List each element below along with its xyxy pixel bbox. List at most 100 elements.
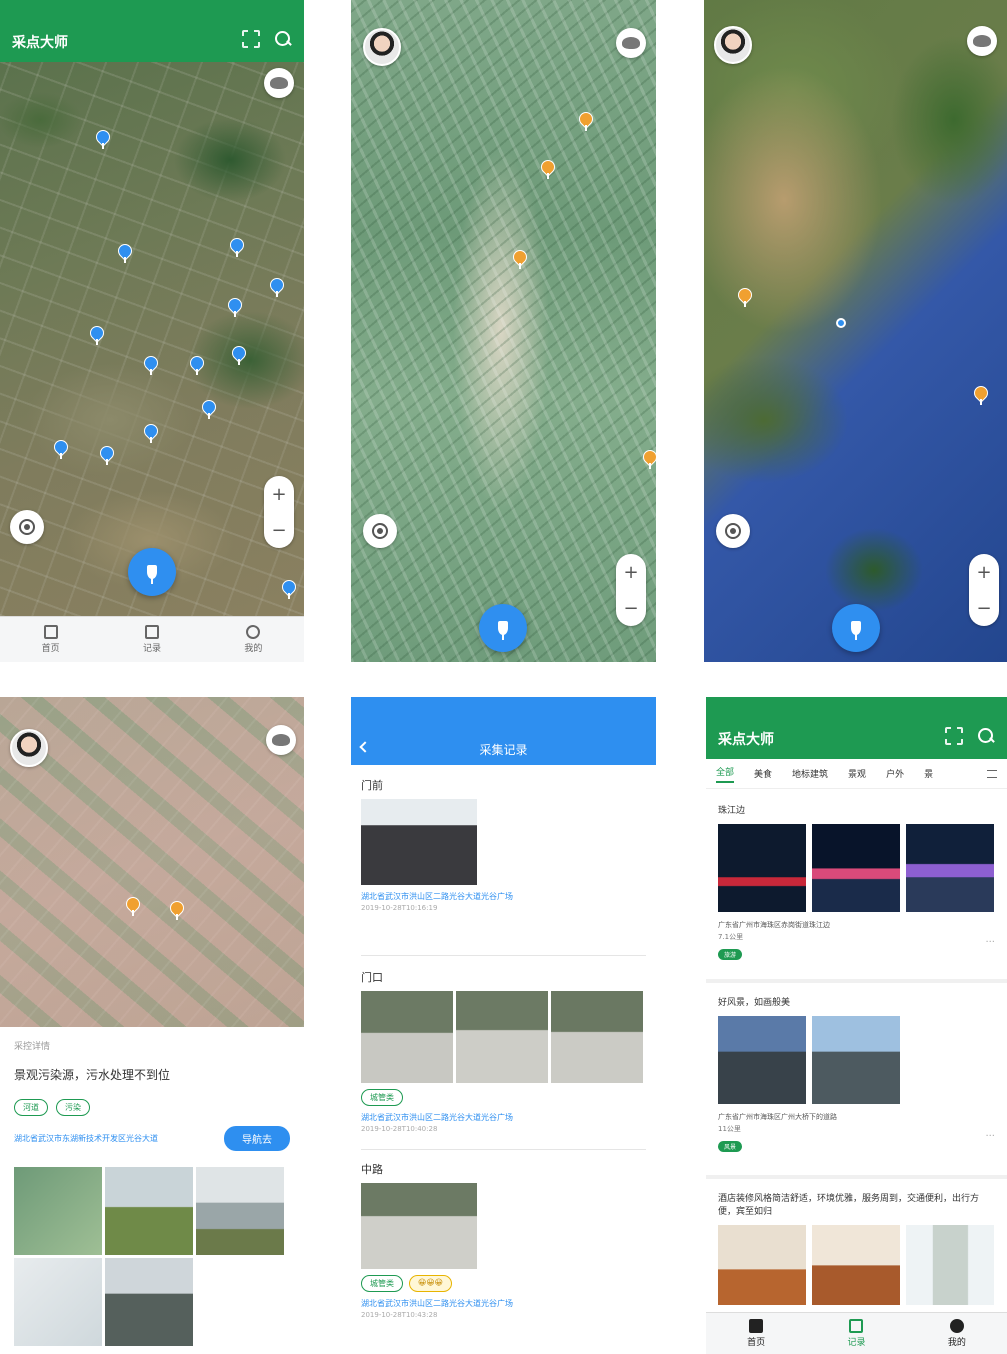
navigate-button[interactable]: 导航去 <box>224 1126 290 1151</box>
tag: 河道 <box>14 1099 48 1116</box>
photo-thumbnail[interactable] <box>718 1225 806 1305</box>
feed-card[interactable]: 酒店装修风格简洁舒适，环境优雅，服务周到，交通便利，出行方便，宾至如归 <box>706 1193 1007 1305</box>
point-address[interactable]: 湖北省武汉市东湖新技术开发区光谷大道 <box>14 1133 158 1144</box>
map-marker[interactable] <box>51 437 71 459</box>
tab-records[interactable]: 记录 <box>143 625 161 654</box>
photo-thumbnail[interactable] <box>551 991 643 1083</box>
zoom-in-icon[interactable]: + <box>271 484 286 505</box>
map-marker[interactable] <box>229 343 249 365</box>
record-item[interactable]: 门口 城管类 湖北省武汉市洪山区二路光谷大道光谷广场 2019-10-28T10… <box>351 969 656 1133</box>
map-marker[interactable] <box>187 353 207 375</box>
map-marker[interactable] <box>141 421 161 443</box>
zoom-out-icon[interactable]: − <box>976 598 991 619</box>
scan-icon[interactable] <box>945 727 963 745</box>
photo-thumbnail[interactable] <box>196 1167 284 1255</box>
category-tab[interactable]: 全部 <box>716 765 735 783</box>
zoom-control[interactable]: + − <box>969 554 999 626</box>
record-item[interactable]: 门前 湖北省武汉市洪山区二路光谷大道光谷广场 2019-10-28T10:16:… <box>351 777 656 912</box>
map-marker[interactable] <box>227 235 247 257</box>
tab-mine[interactable]: 我的 <box>948 1319 966 1348</box>
layer-switch-button[interactable] <box>616 28 646 58</box>
category-tab[interactable]: 地标建筑 <box>792 767 828 780</box>
map-marker[interactable] <box>141 353 161 375</box>
map-marker[interactable] <box>576 109 596 131</box>
more-icon[interactable]: ··· <box>985 937 995 948</box>
map-marker[interactable] <box>279 577 299 599</box>
photo-thumbnail[interactable] <box>812 1016 900 1104</box>
tab-home[interactable]: 首页 <box>42 625 60 654</box>
photo-thumbnail[interactable] <box>105 1167 193 1255</box>
app-title: 采点大师 <box>718 732 774 748</box>
photo-thumbnail[interactable] <box>361 799 477 885</box>
map-marker[interactable] <box>225 295 245 317</box>
layer-switch-button[interactable] <box>264 68 294 98</box>
satellite-map[interactable] <box>0 0 304 616</box>
photo-thumbnail[interactable] <box>14 1258 102 1346</box>
zoom-in-icon[interactable]: + <box>976 562 991 583</box>
photo-thumbnail[interactable] <box>906 824 994 912</box>
category-tab[interactable]: 户外 <box>886 767 904 780</box>
record-item[interactable]: 中路 城管类 😀😀😀 湖北省武汉市洪山区二路光谷大道光谷广场 2019-10-2… <box>351 1161 656 1319</box>
photo-thumbnail[interactable] <box>812 824 900 912</box>
card-address: 广东省广州市海珠区赤岗街道珠江边 <box>718 921 830 929</box>
world-map[interactable] <box>704 0 1007 662</box>
photo-thumbnail[interactable] <box>105 1258 193 1346</box>
map-marker[interactable] <box>87 323 107 345</box>
feed-card[interactable]: 珠江边 广东省广州市海珠区赤岗街道珠江边 7.1公里 旅游 <box>706 805 1007 961</box>
map-marker[interactable] <box>538 157 558 179</box>
tab-home[interactable]: 首页 <box>747 1319 765 1348</box>
map-marker[interactable] <box>640 447 656 469</box>
category-tab[interactable]: 美食 <box>754 767 772 780</box>
locate-button[interactable] <box>10 510 44 544</box>
locate-button[interactable] <box>716 514 750 548</box>
zoom-control[interactable]: + − <box>616 554 646 626</box>
layer-switch-button[interactable] <box>967 26 997 56</box>
map-marker[interactable] <box>510 247 530 269</box>
photo-thumbnail[interactable] <box>361 1183 477 1269</box>
add-point-button[interactable] <box>128 548 176 596</box>
tab-records[interactable]: 记录 <box>847 1319 866 1348</box>
photo-thumbnail[interactable] <box>812 1225 900 1305</box>
avatar[interactable] <box>714 26 752 64</box>
tab-mine[interactable]: 我的 <box>244 625 262 654</box>
map-marker[interactable] <box>267 275 287 297</box>
search-icon[interactable] <box>274 30 292 48</box>
zoom-control[interactable]: + − <box>264 476 294 548</box>
map-marker[interactable] <box>735 285 755 307</box>
zoom-out-icon[interactable]: − <box>271 520 286 541</box>
locate-icon <box>372 523 388 539</box>
photo-thumbnail[interactable] <box>456 991 548 1083</box>
avatar[interactable] <box>363 28 401 66</box>
map-marker[interactable] <box>123 894 143 916</box>
photo-thumbnail[interactable] <box>906 1225 994 1305</box>
photo-thumbnail[interactable] <box>718 824 806 912</box>
tag: 污染 <box>56 1099 90 1116</box>
map-marker[interactable] <box>93 127 113 149</box>
search-icon[interactable] <box>977 727 995 745</box>
record-time: 2019-10-28T10:16:19 <box>361 904 438 912</box>
layer-switch-button[interactable] <box>266 725 296 755</box>
map-marker[interactable] <box>115 241 135 263</box>
category-tab[interactable]: 景观 <box>848 767 866 780</box>
terrain-map[interactable] <box>351 0 656 662</box>
menu-icon[interactable] <box>987 769 997 778</box>
category-tab[interactable]: 景 <box>924 767 933 780</box>
locate-button[interactable] <box>363 514 397 548</box>
map-marker[interactable] <box>199 397 219 419</box>
photo-thumbnail[interactable] <box>718 1016 806 1104</box>
zoom-out-icon[interactable]: − <box>623 598 638 619</box>
add-point-button[interactable] <box>479 604 527 652</box>
record-address: 湖北省武汉市洪山区二路光谷大道光谷广场 <box>361 892 513 901</box>
scan-icon[interactable] <box>242 30 260 48</box>
avatar[interactable] <box>10 729 48 767</box>
photo-thumbnail[interactable] <box>14 1167 102 1255</box>
more-icon[interactable]: ··· <box>985 1131 995 1142</box>
map-marker[interactable] <box>971 383 991 405</box>
zoom-in-icon[interactable]: + <box>623 562 638 583</box>
photo-thumbnail[interactable] <box>361 991 453 1083</box>
feed-card[interactable]: 好风景，如画般美 广东省广州市海珠区广州大桥下的道路 11公里 风景 <box>706 997 1007 1153</box>
map-marker[interactable] <box>97 443 117 465</box>
divider <box>361 955 646 956</box>
map-marker[interactable] <box>167 898 187 920</box>
add-point-button[interactable] <box>832 604 880 652</box>
